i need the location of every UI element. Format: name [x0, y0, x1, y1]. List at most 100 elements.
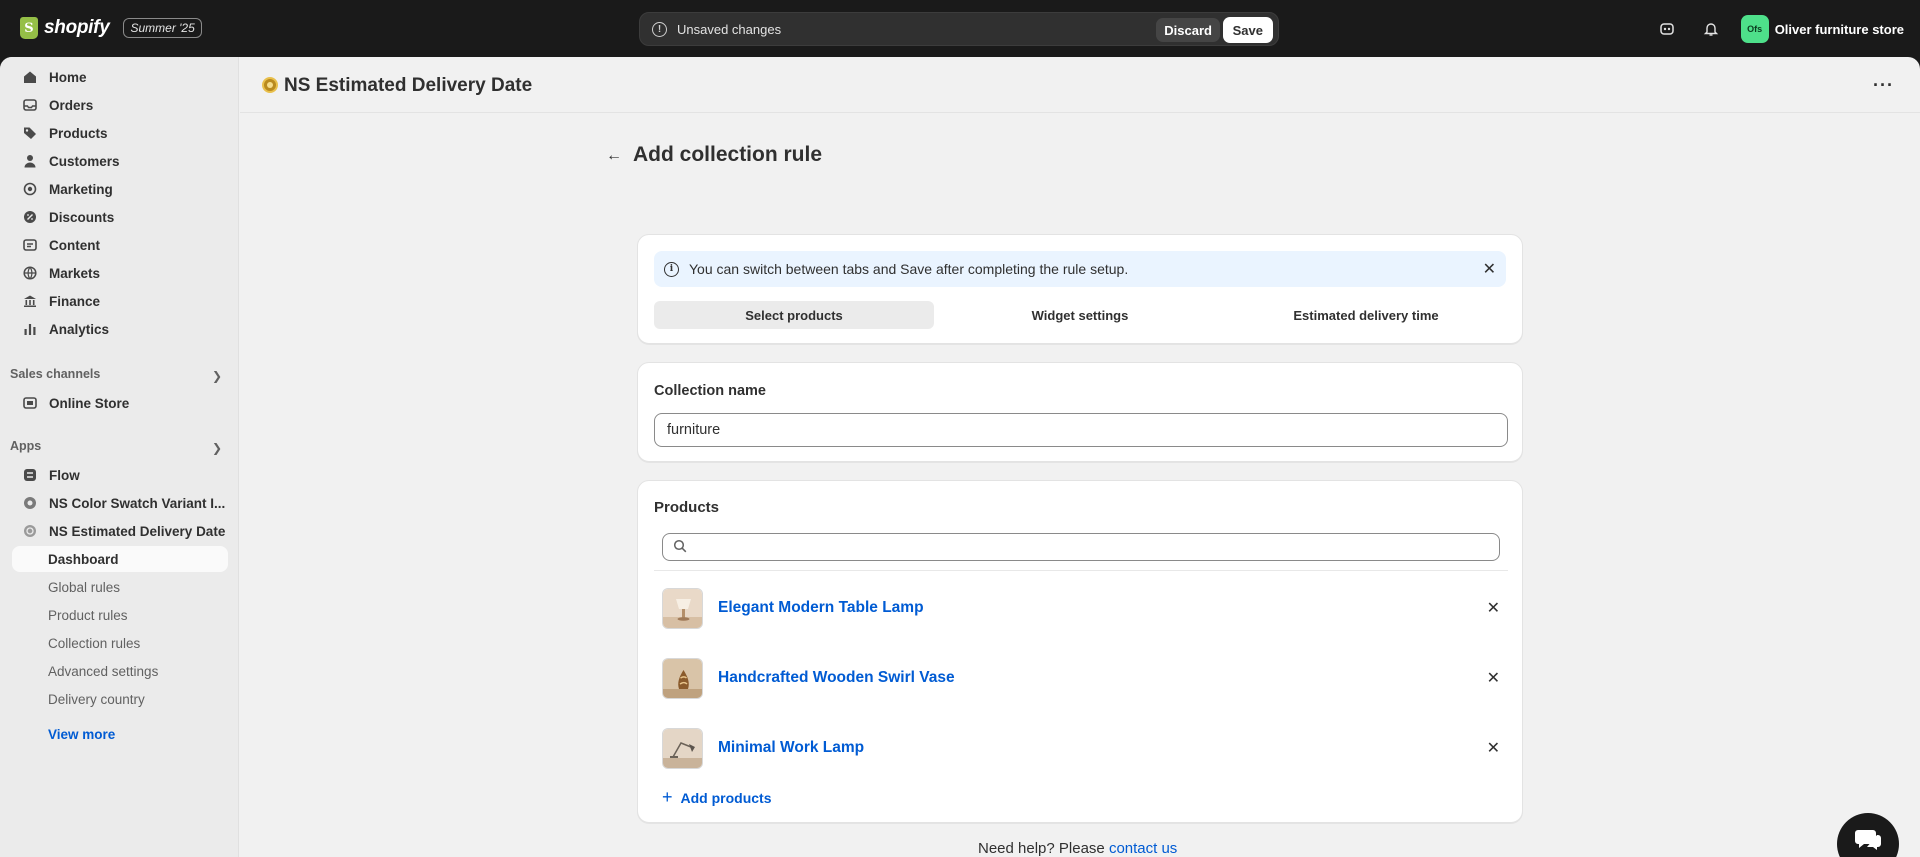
divider [654, 570, 1508, 571]
store-avatar[interactable]: Ofs [1740, 15, 1769, 43]
save-button[interactable]: Save [1222, 17, 1273, 43]
sidebar-item-label: Content [49, 237, 100, 253]
app-title: NS Estimated Delivery Date [284, 75, 533, 96]
sidebar-item-marketing[interactable]: Marketing [12, 176, 228, 202]
sidebar-item-label: Markets [49, 265, 101, 281]
globe-icon [22, 265, 38, 281]
info-icon: i [664, 261, 679, 277]
shopify-bag-icon: S [20, 17, 38, 39]
sidebar-item-home[interactable]: Home [12, 64, 228, 90]
apps-chevron-icon[interactable]: ❯ [212, 441, 222, 455]
help-text: Need help? Please [978, 840, 1109, 857]
close-icon[interactable]: ✕ [1483, 259, 1496, 279]
chat-icon [1854, 827, 1882, 854]
sidebar-item-finance[interactable]: Finance [12, 288, 228, 314]
products-card: Products Elegant Modern Table Lamp ✕ Han… [637, 480, 1523, 823]
remove-product-icon[interactable]: ✕ [1487, 598, 1500, 618]
sidebar-item-label: Home [49, 69, 87, 85]
sidebar-item-orders[interactable]: Orders [12, 92, 228, 118]
more-actions-icon[interactable]: ··· [1873, 75, 1894, 96]
sidebar-item-label: Customers [49, 153, 120, 169]
collection-name-card: Collection name [637, 362, 1523, 462]
sidebar-subitem-label: Advanced settings [48, 663, 159, 679]
sidebar-item-label: Products [49, 125, 108, 141]
collection-name-input[interactable] [654, 413, 1508, 447]
unsaved-text: Unsaved changes [677, 21, 782, 37]
sidebar: Home Orders Products Customers Marketing… [0, 57, 239, 857]
sidebar-subitem-advanced-settings[interactable]: Advanced settings [12, 658, 228, 684]
page-title: Add collection rule [633, 143, 823, 166]
sidekick-icon[interactable] [1653, 15, 1681, 43]
sidebar-item-analytics[interactable]: Analytics [12, 316, 228, 342]
banner-text: You can switch between tabs and Save aft… [689, 261, 1129, 277]
sidebar-item-online-store[interactable]: Online Store [12, 390, 228, 416]
tab-select-products[interactable]: Select products [654, 301, 934, 329]
content-icon [22, 237, 38, 253]
product-thumbnail [662, 587, 703, 629]
remove-product-icon[interactable]: ✕ [1487, 668, 1500, 688]
sidebar-subitem-global-rules[interactable]: Global rules [12, 574, 228, 600]
sidebar-subitem-delivery-country[interactable]: Delivery country [12, 686, 228, 712]
add-products-label: Add products [680, 789, 772, 806]
discard-button[interactable]: Discard [1156, 18, 1220, 42]
sidebar-item-content[interactable]: Content [12, 232, 228, 258]
orders-icon [22, 97, 38, 113]
contact-us-link[interactable]: contact us [1109, 840, 1177, 857]
apps-label: Apps [10, 439, 42, 453]
sidebar-item-label: Flow [49, 467, 80, 483]
view-more-link[interactable]: View more [48, 727, 115, 742]
add-products-button[interactable]: + Add products [662, 787, 772, 808]
sidebar-subitem-dashboard[interactable]: Dashboard [12, 546, 228, 572]
sidebar-subitem-label: Delivery country [48, 691, 145, 707]
sidebar-subitem-collection-rules[interactable]: Collection rules [12, 630, 228, 656]
bar-chart-icon [22, 321, 38, 337]
sidebar-subitem-label: Collection rules [48, 635, 141, 651]
rule-setup-card: i You can switch between tabs and Save a… [637, 234, 1523, 344]
shopify-logo[interactable]: S shopify Summer '25 [20, 17, 202, 39]
sales-channels-chevron-icon[interactable]: ❯ [212, 369, 222, 383]
sidebar-item-products[interactable]: Products [12, 120, 228, 146]
app-header: NS Estimated Delivery Date ··· [240, 57, 1920, 113]
tab-widget-settings[interactable]: Widget settings [940, 301, 1220, 329]
tab-list: Select products Widget settings Estimate… [654, 301, 1506, 329]
help-footer: Need help? Please contact us [978, 840, 1177, 857]
color-swatch-app-icon [22, 495, 38, 511]
person-icon [22, 153, 38, 169]
sidebar-subitem-label: Dashboard [48, 551, 119, 567]
sidebar-item-flow[interactable]: Flow [12, 462, 228, 488]
bell-icon[interactable] [1697, 15, 1725, 43]
sidebar-item-label: Discounts [49, 209, 115, 225]
tab-estimated-delivery-time[interactable]: Estimated delivery time [1226, 301, 1506, 329]
delivery-date-app-icon [262, 77, 278, 93]
product-row: Minimal Work Lamp ✕ [662, 727, 1508, 769]
unsaved-changes-bar: ! Unsaved changes Discard Save [639, 12, 1279, 46]
sidebar-item-label: NS Estimated Delivery Date [49, 523, 226, 539]
sidebar-item-customers[interactable]: Customers [12, 148, 228, 174]
brand-name: shopify [44, 17, 110, 38]
product-link[interactable]: Elegant Modern Table Lamp [718, 599, 924, 617]
alert-icon: ! [652, 21, 667, 37]
sidebar-subitem-product-rules[interactable]: Product rules [12, 602, 228, 628]
discount-icon [22, 209, 38, 225]
sidebar-item-markets[interactable]: Markets [12, 260, 228, 286]
home-icon [22, 69, 38, 85]
target-icon [22, 181, 38, 197]
product-search-box[interactable] [662, 533, 1500, 561]
product-link[interactable]: Minimal Work Lamp [718, 739, 864, 757]
plus-icon: + [662, 787, 673, 807]
season-badge[interactable]: Summer '25 [123, 18, 202, 38]
tag-icon [22, 125, 38, 141]
info-banner: i You can switch between tabs and Save a… [654, 251, 1506, 287]
product-row: Handcrafted Wooden Swirl Vase ✕ [662, 657, 1508, 699]
sidebar-item-ns-color-swatch[interactable]: NS Color Swatch Variant I... [12, 490, 228, 516]
collection-name-label: Collection name [654, 383, 766, 399]
store-name[interactable]: Oliver furniture store [1775, 22, 1904, 37]
product-search-input[interactable] [693, 535, 1499, 559]
sidebar-subitem-label: Product rules [48, 607, 128, 623]
sidebar-item-ns-estimated-delivery[interactable]: NS Estimated Delivery Date [12, 518, 228, 544]
sidebar-item-discounts[interactable]: Discounts [12, 204, 228, 230]
remove-product-icon[interactable]: ✕ [1487, 738, 1500, 758]
search-icon [673, 539, 687, 556]
product-link[interactable]: Handcrafted Wooden Swirl Vase [718, 669, 955, 687]
back-arrow-icon[interactable]: ← [606, 147, 622, 165]
